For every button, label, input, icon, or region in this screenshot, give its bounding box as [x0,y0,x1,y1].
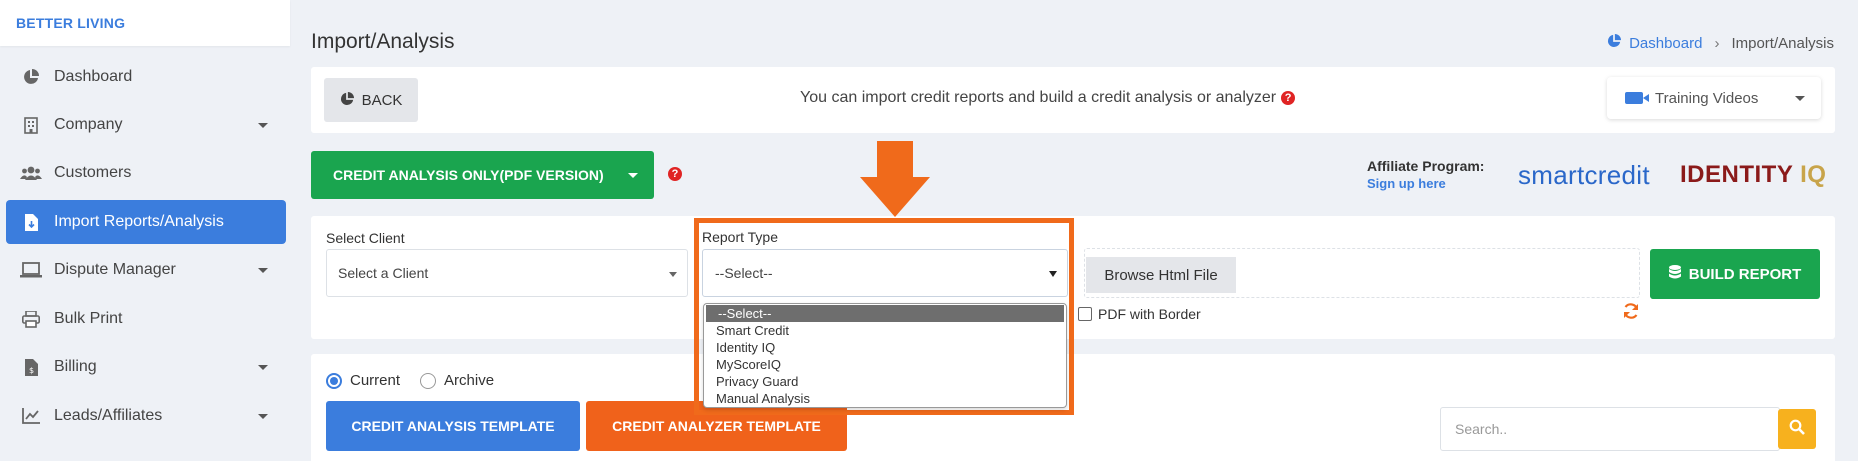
pie-chart-icon [20,67,42,87]
radio-current-label: Current [350,372,401,389]
building-icon [20,115,42,135]
invoice-icon: $ [20,357,42,377]
template-filter: Current Archive [326,372,494,389]
info-text-label: You can import credit reports and build … [800,89,1277,106]
arrow-down-icon [860,141,930,217]
pdf-border-checkbox[interactable] [1078,307,1092,321]
refresh-icon[interactable] [1622,302,1640,325]
radio-archive[interactable] [420,372,437,389]
sidebar-item-import-reports[interactable]: Import Reports/Analysis [6,200,286,244]
sidebar-item-billing[interactable]: $ Billing [6,345,286,389]
select-client-dropdown[interactable]: Select a Client [326,249,688,297]
affiliate-program: Affiliate Program: Sign up here [1367,157,1484,193]
brand-logo[interactable]: BETTER LIVING [0,0,290,46]
report-type-option[interactable]: Manual Analysis [704,390,1066,407]
chevron-down-icon [258,414,268,419]
search-placeholder: Search.. [1455,421,1508,437]
video-camera-icon [1625,92,1649,104]
training-videos-label: Training Videos [1655,89,1759,107]
identityiq-logo-iq: IQ [1800,161,1827,188]
line-chart-icon [20,406,42,426]
training-videos-dropdown[interactable]: Training Videos [1607,77,1821,119]
sidebar-item-bulk-print[interactable]: Bulk Print [6,297,286,341]
report-type-option[interactable]: Smart Credit [704,322,1066,339]
breadcrumb-dashboard-link[interactable]: Dashboard [1629,35,1702,52]
sidebar-item-label: Bulk Print [54,310,123,327]
identityiq-logo[interactable]: IDENTITY IQ [1680,161,1826,189]
pie-chart-icon [1607,34,1622,52]
svg-text:$: $ [28,366,33,375]
database-icon [1668,265,1681,283]
smartcredit-logo[interactable]: smartcredit [1518,160,1650,191]
radio-current[interactable] [326,372,342,389]
sidebar-item-dashboard[interactable]: Dashboard [6,55,286,99]
sidebar-item-label: Import Reports/Analysis [54,213,224,230]
sidebar: BETTER LIVING Dashboard Company Customer… [0,0,292,461]
select-client-label: Select Client [326,230,405,246]
sidebar-item-customers[interactable]: Customers [6,151,286,195]
chevron-down-icon [258,365,268,370]
sidebar-item-label: Customers [54,164,132,181]
sidebar-item-dispute-manager[interactable]: Dispute Manager [6,248,286,292]
breadcrumb: Dashboard › Import/Analysis [1607,34,1834,52]
printer-icon [20,309,42,329]
sidebar-item-company[interactable]: Company [6,103,286,147]
credit-analysis-template-button[interactable]: CREDIT ANALYSIS TEMPLATE [326,401,580,451]
credit-analysis-mode-button[interactable]: CREDIT ANALYSIS ONLY(PDF VERSION) [311,151,654,199]
report-type-option[interactable]: Identity IQ [704,339,1066,356]
report-type-option[interactable]: --Select-- [706,305,1064,322]
report-type-option[interactable]: MyScoreIQ [704,356,1066,373]
credit-analysis-mode-label: CREDIT ANALYSIS ONLY(PDF VERSION) [333,167,604,183]
back-button[interactable]: BACK [324,78,418,122]
top-toolbar-card: BACK You can import credit reports and b… [311,67,1835,133]
file-import-icon [20,212,42,232]
chevron-down-icon [258,123,268,128]
chevron-down-icon [1795,96,1805,101]
affiliate-program-label: Affiliate Program: [1367,158,1485,174]
affiliate-signup-link[interactable]: Sign up here [1367,175,1484,193]
back-button-label: BACK [361,91,403,109]
build-report-label: BUILD REPORT [1688,265,1802,283]
chevron-down-icon [669,272,677,277]
sidebar-item-label: Dashboard [54,68,133,85]
report-type-options-list: --Select-- Smart Credit Identity IQ MySc… [703,303,1067,408]
page-title: Import/Analysis [311,30,455,53]
radio-archive-label: Archive [444,372,495,389]
help-icon[interactable]: ? [1281,91,1296,105]
laptop-icon [20,260,42,280]
sidebar-item-label: Dispute Manager [54,261,176,278]
pie-chart-icon [340,91,354,109]
users-icon [20,163,42,183]
sidebar-item-label: Billing [54,358,97,375]
select-client-value: Select a Client [338,265,429,281]
help-icon[interactable]: ? [668,167,682,181]
chevron-down-icon [628,173,638,178]
browse-html-file-button[interactable]: Browse Html File [1086,257,1236,293]
sidebar-item-label: Leads/Affiliates [54,407,163,424]
breadcrumb-current: Import/Analysis [1731,34,1834,52]
pdf-border-label: PDF with Border [1098,306,1201,322]
chevron-right-icon: › [1714,34,1720,52]
build-report-button[interactable]: BUILD REPORT [1650,249,1820,299]
report-type-option[interactable]: Privacy Guard [704,373,1066,390]
pdf-with-border-option[interactable]: PDF with Border [1078,306,1201,322]
import-info-text: You can import credit reports and build … [800,89,1296,107]
search-input[interactable]: Search.. [1440,407,1780,451]
sidebar-item-label: Company [54,116,123,133]
chevron-down-icon [258,268,268,273]
search-button[interactable] [1778,409,1816,449]
sidebar-item-leads-affiliates[interactable]: Leads/Affiliates [6,394,286,438]
search-icon [1789,419,1805,440]
identityiq-logo-text: IDENTITY [1680,161,1793,188]
